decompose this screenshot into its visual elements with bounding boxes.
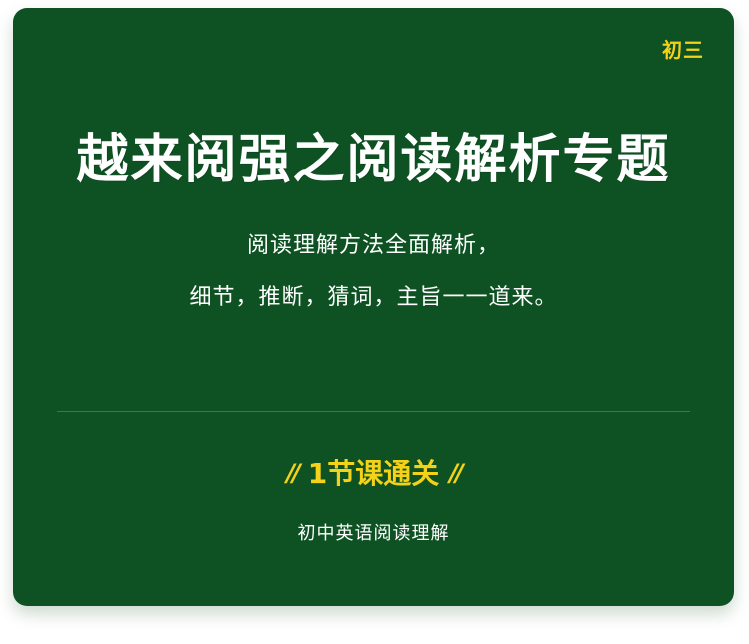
subtitle-line-1: 阅读理解方法全面解析， [246,233,500,258]
quote-mark-left-icon: // [286,459,300,487]
subtitle-line-2: 细节，推断，猜词，主旨一一道来。 [189,285,558,310]
course-card: 初三 越来阅强之阅读解析专题 阅读理解方法全面解析， 细节，推断，猜词，主旨一一… [13,8,734,606]
tagline-text: 1节课通关 [307,457,440,490]
grade-label: 初三 [662,38,704,62]
divider [57,411,690,412]
tagline: //1节课通关// [13,454,734,493]
course-name: 初中英语阅读理解 [297,523,450,544]
page-title: 越来阅强之阅读解析专题 [76,130,671,190]
quote-mark-right-icon: // [449,459,463,487]
